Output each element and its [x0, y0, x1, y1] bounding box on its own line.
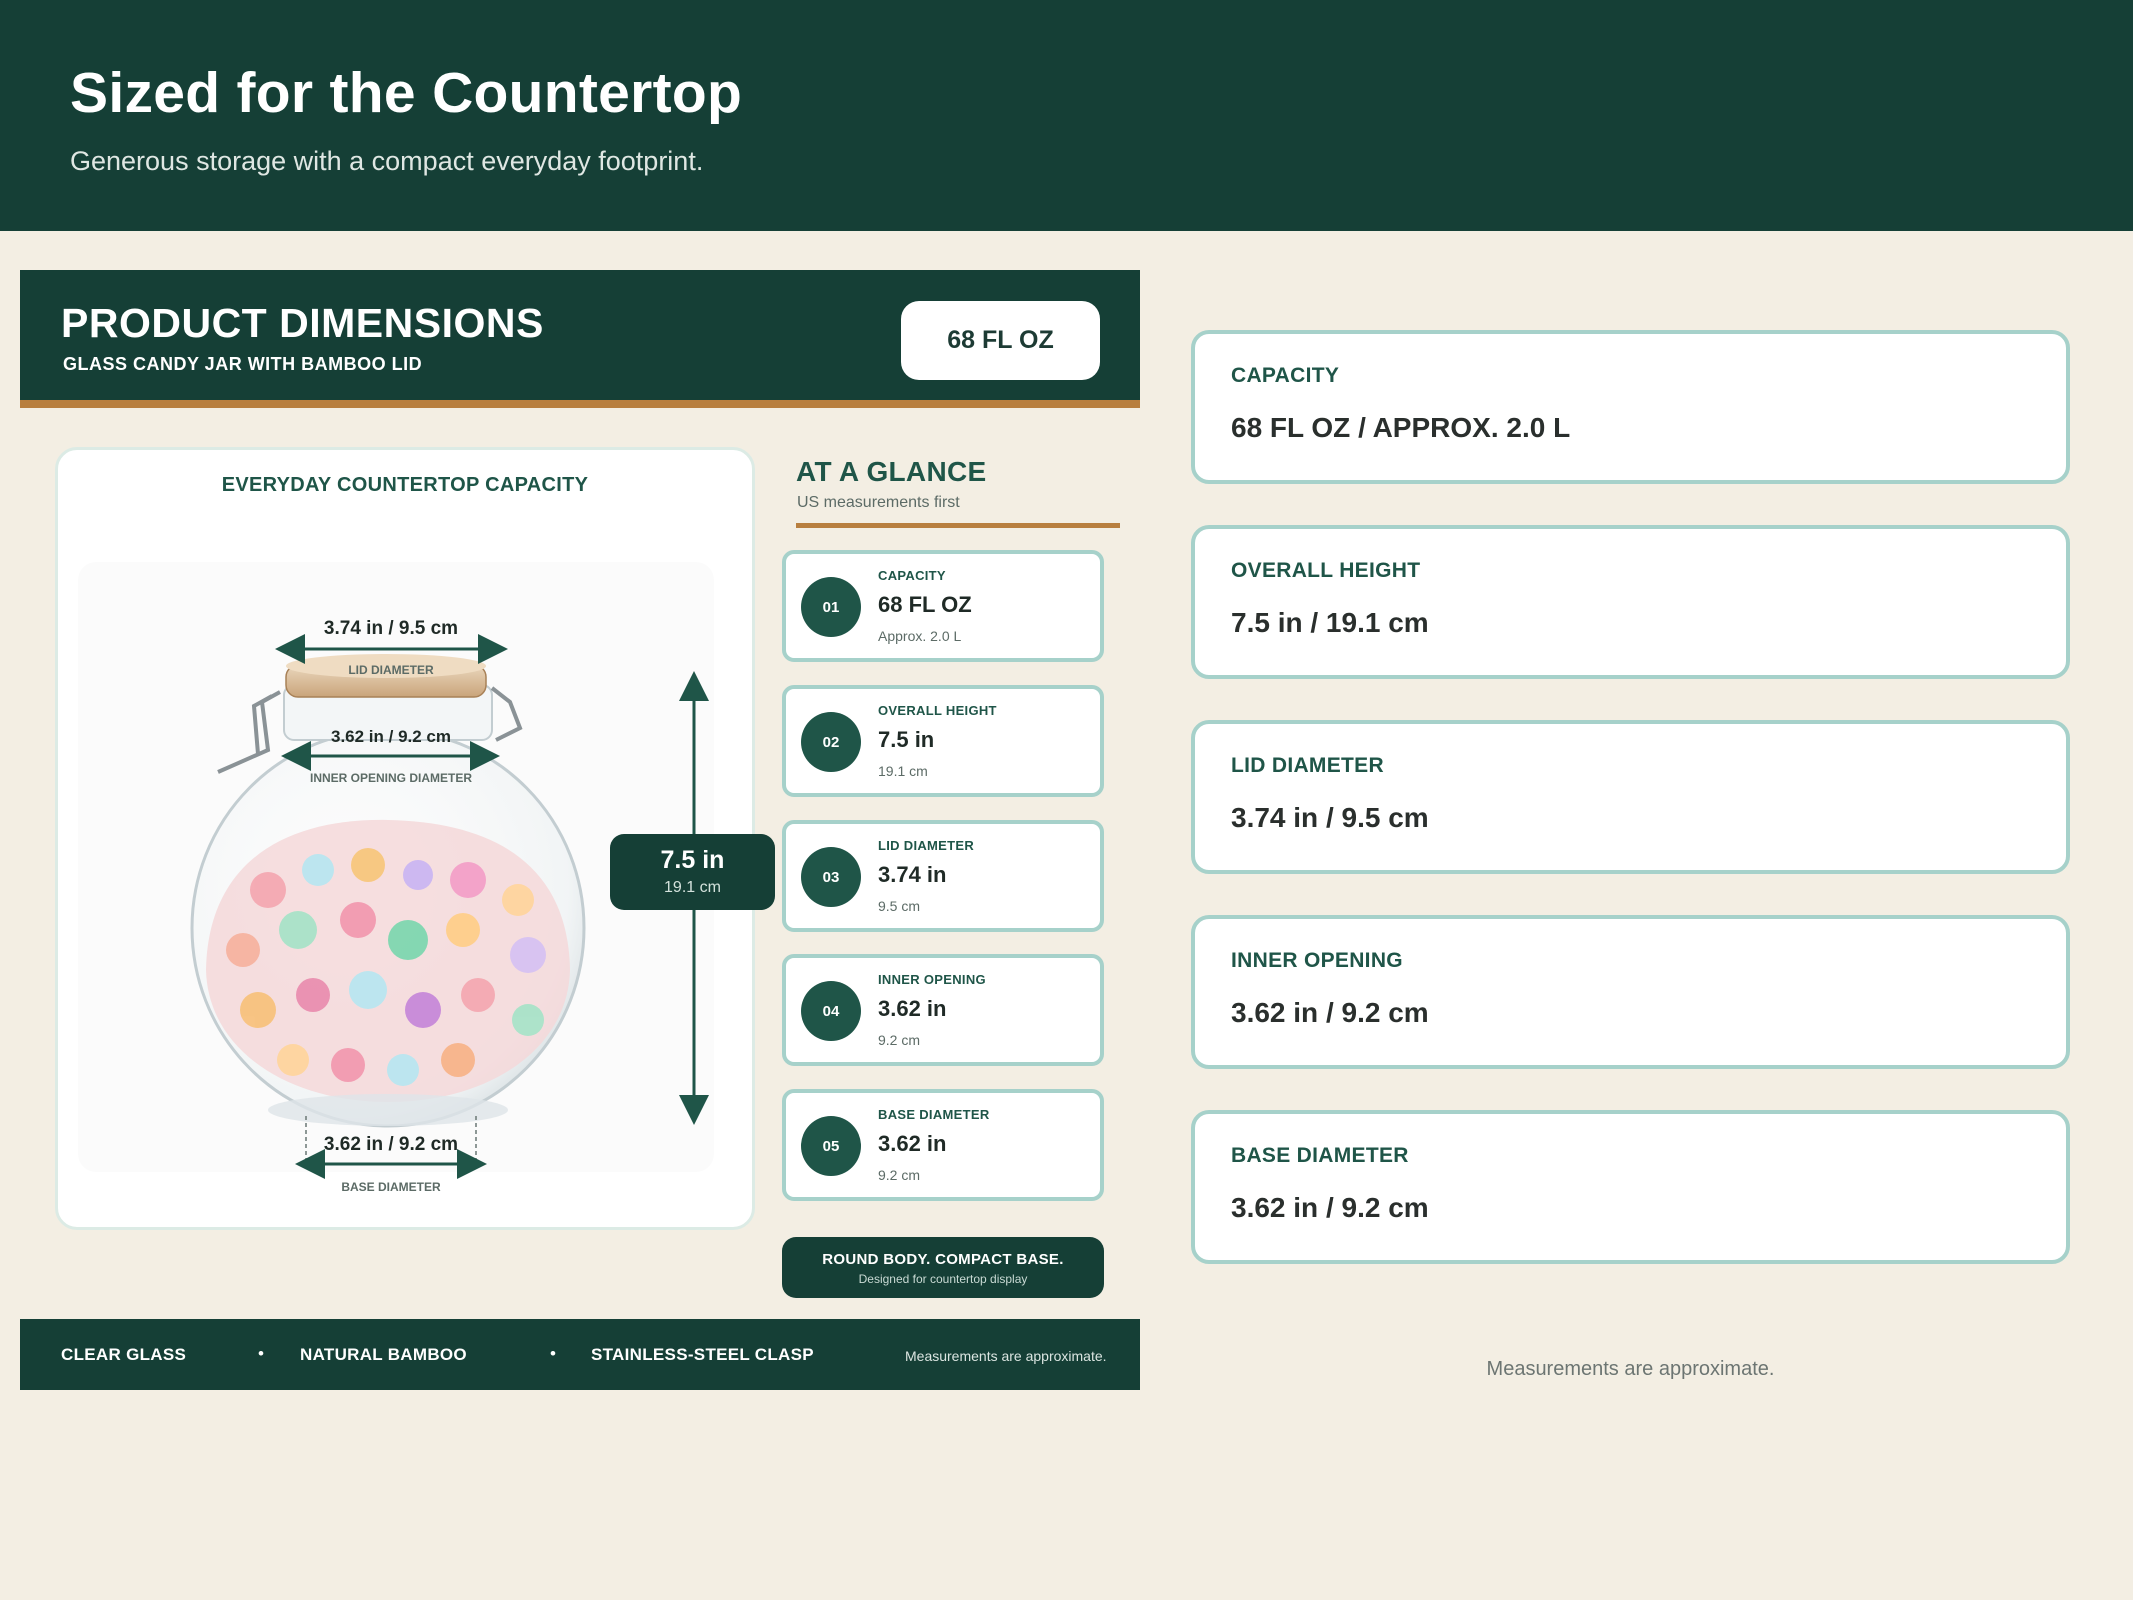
- glance-item-number: 05: [801, 1116, 861, 1176]
- spec-value: 3.62 in / 9.2 cm: [1231, 997, 1429, 1028]
- inner-opening-value: 3.62 in / 9.2 cm: [331, 727, 451, 746]
- spec-card-lid-diameter: LID DIAMETER 3.74 in / 9.5 cm: [1191, 720, 2070, 874]
- glance-item-inner-opening: 04 INNER OPENING 3.62 in 9.2 cm: [782, 954, 1104, 1066]
- material-natural-bamboo: NATURAL BAMBOO: [300, 1345, 467, 1364]
- material-clear-glass: CLEAR GLASS: [61, 1345, 187, 1364]
- measurements-note: Measurements are approximate.: [1486, 1358, 1775, 1380]
- glance-item-label: INNER OPENING: [878, 972, 986, 987]
- glance-item-label: OVERALL HEIGHT: [878, 703, 997, 718]
- glance-item-value: 3.74 in: [878, 862, 947, 887]
- spec-label: LID DIAMETER: [1231, 754, 1384, 777]
- glance-item-capacity: 01 CAPACITY 68 FL OZ Approx. 2.0 L: [782, 550, 1104, 662]
- callout-sub: Designed for countertop display: [858, 1272, 1028, 1286]
- card-subtitle: GLASS CANDY JAR WITH BAMBOO LID: [63, 354, 423, 374]
- height-badge-sub: 19.1 cm: [664, 879, 721, 896]
- height-badge: 7.5 in 19.1 cm: [610, 834, 775, 910]
- round-body-callout: ROUND BODY. COMPACT BASE. Designed for c…: [782, 1237, 1104, 1298]
- spec-value: 3.74 in / 9.5 cm: [1231, 802, 1429, 833]
- inner-opening-label: INNER OPENING DIAMETER: [310, 771, 472, 785]
- lid-diameter-value: 3.74 in / 9.5 cm: [324, 618, 458, 639]
- spec-card-capacity: CAPACITY 68 FL OZ / APPROX. 2.0 L: [1191, 330, 2070, 484]
- page-title: Sized for the Countertop: [70, 61, 743, 125]
- lid-diameter-label: LID DIAMETER: [348, 663, 434, 677]
- glance-item-number: 01: [801, 577, 861, 637]
- glance-item-label: CAPACITY: [878, 568, 946, 583]
- page-subtitle: Generous storage with a compact everyday…: [70, 146, 704, 176]
- glance-item-number: 02: [801, 712, 861, 772]
- spec-card-base-diameter: BASE DIAMETER 3.62 in / 9.2 cm: [1191, 1110, 2070, 1264]
- glance-item-sub: 9.2 cm: [878, 1032, 921, 1048]
- glance-item-overall-height: 02 OVERALL HEIGHT 7.5 in 19.1 cm: [782, 685, 1104, 797]
- footer-separator: •: [550, 1344, 556, 1363]
- card-title: PRODUCT DIMENSIONS: [61, 300, 544, 346]
- glance-item-value: 7.5 in: [878, 727, 935, 752]
- footer-note: Measurements are approximate.: [905, 1348, 1107, 1364]
- glance-item-number: 04: [801, 981, 861, 1041]
- card-header: PRODUCT DIMENSIONS GLASS CANDY JAR WITH …: [20, 270, 1140, 408]
- base-diameter-label: BASE DIAMETER: [341, 1180, 441, 1194]
- product-dimensions-card: PRODUCT DIMENSIONS GLASS CANDY JAR WITH …: [20, 270, 1140, 1390]
- glance-item-label: BASE DIAMETER: [878, 1107, 990, 1122]
- glance-item-sub: 19.1 cm: [878, 763, 928, 779]
- spec-card-overall-height: OVERALL HEIGHT 7.5 in / 19.1 cm: [1191, 525, 2070, 679]
- footer-separator: •: [258, 1344, 264, 1363]
- glance-item-sub: 9.5 cm: [878, 898, 921, 914]
- spec-value: 3.62 in / 9.2 cm: [1231, 1192, 1429, 1223]
- spec-value: 7.5 in / 19.1 cm: [1231, 607, 1429, 638]
- glance-item-value: 3.62 in: [878, 1131, 947, 1156]
- glance-divider: [796, 523, 1120, 528]
- spec-value: 68 FL OZ / APPROX. 2.0 L: [1231, 412, 1571, 443]
- material-stainless-steel-clasp: STAINLESS-STEEL CLASP: [591, 1345, 814, 1364]
- spec-label: INNER OPENING: [1231, 949, 1403, 972]
- materials-footer: CLEAR GLASS • NATURAL BAMBOO • STAINLESS…: [20, 1319, 1140, 1390]
- glance-item-value: 68 FL OZ: [878, 592, 972, 617]
- callout-main: ROUND BODY. COMPACT BASE.: [822, 1251, 1064, 1268]
- spec-card-inner-opening: INNER OPENING 3.62 in / 9.2 cm: [1191, 915, 2070, 1069]
- top-header: Sized for the Countertop Generous storag…: [0, 0, 2133, 231]
- spec-label: CAPACITY: [1231, 364, 1340, 387]
- height-badge-main: 7.5 in: [660, 846, 725, 874]
- glance-title: AT A GLANCE: [796, 456, 987, 487]
- spec-label: OVERALL HEIGHT: [1231, 559, 1421, 582]
- glance-subtitle: US measurements first: [797, 494, 960, 511]
- glance-item-sub: Approx. 2.0 L: [878, 628, 962, 644]
- base-diameter-value: 3.62 in / 9.2 cm: [324, 1134, 458, 1155]
- glance-item-sub: 9.2 cm: [878, 1167, 921, 1183]
- glance-item-lid-diameter: 03 LID DIAMETER 3.74 in 9.5 cm: [782, 820, 1104, 932]
- spec-label: BASE DIAMETER: [1231, 1144, 1409, 1167]
- glance-item-value: 3.62 in: [878, 996, 947, 1021]
- glance-item-label: LID DIAMETER: [878, 838, 975, 853]
- glance-item-number: 03: [801, 847, 861, 907]
- capacity-badge: 68 FL OZ: [901, 301, 1100, 380]
- glance-item-base-diameter: 05 BASE DIAMETER 3.62 in 9.2 cm: [782, 1089, 1104, 1201]
